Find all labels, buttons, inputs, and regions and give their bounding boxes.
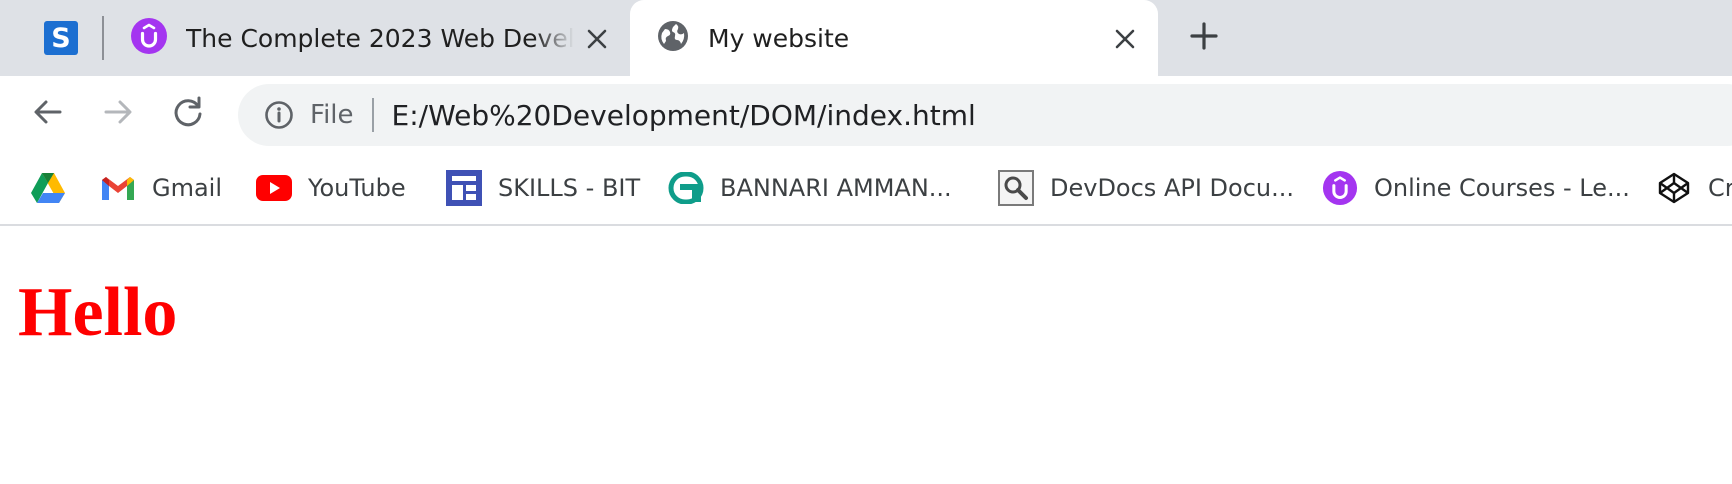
page-heading: Hello [18, 274, 178, 351]
info-icon[interactable] [262, 98, 296, 132]
pinned-tab[interactable]: S [30, 8, 92, 68]
udemy-icon [1322, 170, 1358, 206]
bookmark-codepen[interactable]: Cr [1656, 168, 1732, 208]
bookmark-online-courses[interactable]: Online Courses - Le... [1322, 168, 1630, 208]
tab-my-website[interactable]: My website [630, 0, 1158, 76]
bannari-icon [668, 170, 704, 206]
bookmark-label: Online Courses - Le... [1374, 174, 1630, 202]
forward-arrow-icon [102, 96, 134, 132]
divider [371, 98, 374, 132]
gmail-icon [100, 170, 136, 206]
codepen-icon [1656, 170, 1692, 206]
tab-strip: S The Complete 2023 Web Development Boot… [0, 0, 1732, 76]
tab-title: My website [708, 23, 850, 53]
bookmark-label: BANNARI AMMAN... [720, 174, 952, 202]
tab-title: The Complete 2023 Web Development Bootca… [186, 23, 574, 53]
url-text[interactable]: E:/Web%20Development/DOM/index.html [392, 99, 976, 132]
globe-icon [656, 19, 690, 57]
bookmark-google-drive[interactable] [30, 168, 66, 208]
bookmark-youtube[interactable]: YouTube [256, 168, 406, 208]
bookmarks-bar: Gmail YouTube SKILLS - BIT BANNARI AMMAN… [0, 152, 1732, 226]
google-drive-icon [30, 170, 66, 206]
bookmark-label: Gmail [152, 174, 223, 202]
bookmark-label: YouTube [308, 174, 406, 202]
udemy-icon [130, 17, 168, 59]
page-viewport: Hello [0, 226, 1732, 484]
back-arrow-icon [32, 96, 64, 132]
youtube-icon [256, 170, 292, 206]
tab-separator [102, 16, 104, 60]
bookmark-label: SKILLS - BIT [498, 174, 641, 202]
skills-icon [446, 170, 482, 206]
reload-button[interactable] [166, 92, 210, 136]
scheme-label: File [310, 100, 354, 130]
reload-icon [171, 95, 205, 133]
bookmark-devdocs[interactable]: DevDocs API Docu... [998, 168, 1294, 208]
devdocs-icon [998, 170, 1034, 206]
back-button[interactable] [26, 92, 70, 136]
address-bar[interactable]: File E:/Web%20Development/DOM/index.html [238, 84, 1732, 146]
plus-icon [1189, 21, 1219, 55]
bookmark-bannari-amman[interactable]: BANNARI AMMAN... [668, 168, 952, 208]
pinned-tab-logo: S [44, 21, 78, 55]
close-icon[interactable] [582, 24, 612, 54]
tab-web-development-course[interactable]: The Complete 2023 Web Development Bootca… [118, 0, 630, 76]
browser-toolbar: File E:/Web%20Development/DOM/index.html [0, 76, 1732, 152]
bookmark-gmail[interactable]: Gmail [100, 168, 222, 208]
bookmark-label: Cr [1708, 174, 1732, 202]
new-tab-button[interactable] [1186, 20, 1222, 56]
forward-button[interactable] [96, 92, 140, 136]
bookmark-label: DevDocs API Docu... [1050, 174, 1294, 202]
bookmark-skills-bit[interactable]: SKILLS - BIT [446, 168, 640, 208]
close-icon[interactable] [1110, 24, 1140, 54]
